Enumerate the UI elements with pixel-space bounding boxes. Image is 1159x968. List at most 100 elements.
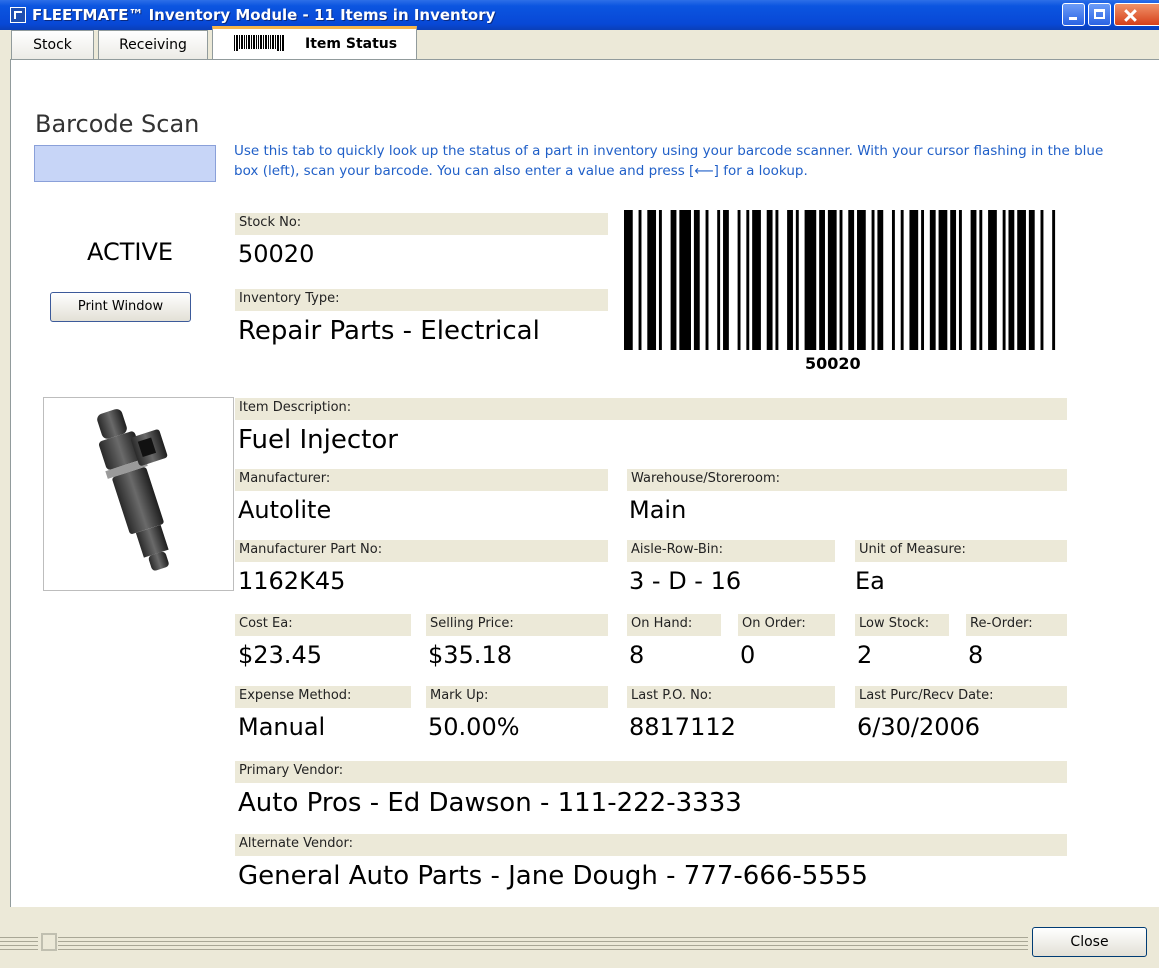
primary-vendor-label: Primary Vendor: (235, 761, 1067, 783)
barcode-bar (746, 210, 750, 350)
barcode-scan-input[interactable] (34, 145, 216, 182)
alternate-vendor-value: General Auto Parts - Jane Dough - 777-66… (238, 861, 868, 891)
barcode-bar (1028, 210, 1035, 350)
close-button[interactable]: Close (1032, 927, 1147, 957)
aisle-row-bin-label: Aisle-Row-Bin: (627, 540, 835, 562)
stock-no-label: Stock No: (235, 213, 608, 235)
barcode-bar (766, 210, 773, 350)
minimize-button[interactable] (1062, 3, 1085, 26)
barcode-bar (857, 210, 866, 350)
manufacturer-value: Autolite (238, 496, 332, 524)
tab-stock[interactable]: Stock (11, 30, 94, 59)
tab-item-status[interactable]: Item Status (212, 26, 417, 60)
fuel-injector-image (97, 409, 169, 571)
inventory-type-value: Repair Parts - Electrical (238, 316, 540, 346)
barcode-scan-heading: Barcode Scan (35, 110, 200, 138)
mark-up-label: Mark Up: (426, 686, 608, 708)
barcode-bar (950, 210, 957, 350)
on-hand-label: On Hand: (627, 614, 721, 636)
last-date-label: Last Purc/Recv Date: (855, 686, 1067, 708)
barcode-bar (848, 210, 855, 350)
barcode-bar (938, 210, 948, 350)
last-date-value: 6/30/2006 (857, 713, 981, 741)
barcode-bar (921, 210, 925, 350)
re-order-value: 8 (968, 641, 984, 669)
barcode-bar (1040, 210, 1044, 350)
barcode-image (624, 210, 1056, 350)
barcode-bar (979, 210, 983, 350)
expense-method-label: Expense Method: (235, 686, 411, 708)
barcode-bar (1017, 210, 1026, 350)
barcode-bar (988, 210, 997, 350)
barcode-bar (958, 210, 962, 350)
maximize-button[interactable] (1088, 3, 1111, 26)
barcode-bar (804, 210, 817, 350)
on-order-value: 0 (740, 641, 756, 669)
barcode-bar (877, 210, 884, 350)
item-description-label: Item Description: (235, 398, 1067, 420)
barcode-bar (723, 210, 729, 350)
barcode-bar (795, 210, 799, 350)
barcode-bar (670, 210, 677, 350)
manufacturer-label: Manufacturer: (235, 469, 608, 491)
stock-no-value: 50020 (238, 240, 315, 268)
barcode-bar (658, 210, 662, 350)
mfr-part-no-value: 1162K45 (238, 567, 346, 595)
barcode-bar (1052, 210, 1056, 350)
barcode-bar (900, 210, 904, 350)
warehouse-label: Warehouse/Storeroom: (627, 469, 1067, 491)
barcode-bar (787, 210, 793, 350)
barcode-bar (717, 210, 721, 350)
status-grip-right (58, 934, 1028, 952)
print-window-button[interactable]: Print Window (50, 292, 191, 322)
barcode-bar (647, 210, 657, 350)
barcode-bar (819, 210, 825, 350)
barcode-bar (737, 210, 741, 350)
barcode-bar (705, 210, 709, 350)
selling-price-value: $35.18 (428, 641, 512, 669)
on-order-label: On Order: (738, 614, 835, 636)
uom-label: Unit of Measure: (855, 540, 1067, 562)
primary-vendor-value: Auto Pros - Ed Dawson - 111-222-3333 (238, 788, 742, 818)
barcode-bar (775, 210, 779, 350)
uom-value: Ea (855, 567, 885, 595)
status-grip-left (0, 934, 38, 952)
low-stock-value: 2 (857, 641, 873, 669)
expense-method-value: Manual (238, 713, 326, 741)
title-bar: FLEETMATE™ Inventory Module - 11 Items i… (0, 0, 1159, 30)
barcode-bar (624, 210, 633, 350)
close-window-button[interactable] (1114, 3, 1159, 26)
barcode-bar (909, 210, 919, 350)
mark-up-value: 50.00% (428, 713, 520, 741)
selling-price-label: Selling Price: (426, 614, 608, 636)
barcode-number: 50020 (805, 354, 861, 373)
app-icon[interactable] (10, 7, 26, 23)
barcode-bar (693, 210, 700, 350)
barcode-bar (891, 210, 895, 350)
window-title: FLEETMATE™ Inventory Module - 11 Items i… (32, 6, 496, 24)
barcode-bar (839, 210, 843, 350)
last-po-value: 8817112 (629, 713, 736, 741)
alternate-vendor-label: Alternate Vendor: (235, 834, 1067, 856)
mfr-part-no-label: Manufacturer Part No: (235, 540, 608, 562)
barcode-bar (929, 210, 936, 350)
cost-ea-value: $23.45 (238, 641, 322, 669)
barcode-bar (1002, 210, 1006, 350)
barcode-bar (638, 210, 642, 350)
barcode-bar (1008, 210, 1015, 350)
aisle-row-bin-value: 3 - D - 16 (629, 567, 742, 595)
barcode-bar (871, 210, 875, 350)
re-order-label: Re-Order: (966, 614, 1067, 636)
tab-item-status-label: Item Status (305, 36, 398, 52)
last-po-label: Last P.O. No: (627, 686, 835, 708)
low-stock-label: Low Stock: (855, 614, 949, 636)
app-logo-icon (41, 933, 57, 951)
item-description-value: Fuel Injector (238, 425, 398, 455)
on-hand-value: 8 (629, 641, 645, 669)
barcode-bar (679, 210, 691, 350)
status-label: ACTIVE (86, 238, 174, 266)
warehouse-value: Main (629, 496, 687, 524)
cost-ea-label: Cost Ea: (235, 614, 411, 636)
tab-receiving[interactable]: Receiving (98, 30, 208, 59)
barcode-icon (234, 35, 284, 58)
